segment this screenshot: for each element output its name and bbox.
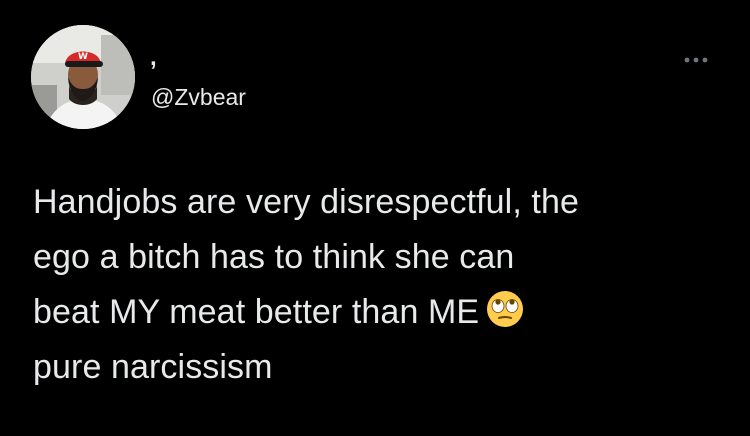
avatar[interactable]: W <box>31 25 135 129</box>
more-options-button[interactable] <box>682 52 716 68</box>
profile-photo-icon: W <box>31 25 135 129</box>
tweet-card: W , @Zvbear Handjobs are very disrespect… <box>0 0 750 436</box>
tweet-text: Handjobs are very disrespectful, the ego… <box>33 175 723 395</box>
svg-text:W: W <box>78 52 88 62</box>
tweet-text-line: Handjobs are very disrespectful, the <box>33 183 579 221</box>
tweet-text-segment: beat MY meat better than ME <box>33 293 480 331</box>
display-name[interactable]: , <box>150 46 157 70</box>
rolling-eyes-emoji-icon <box>485 289 525 329</box>
tweet-text-line: ego a bitch has to think she can <box>33 238 515 276</box>
tweet-text-line: pure narcissism <box>33 348 273 386</box>
tweet-text-line: beat MY meat better than ME <box>33 285 723 340</box>
user-handle[interactable]: @Zvbear <box>151 84 246 110</box>
more-options-icon <box>684 57 708 63</box>
